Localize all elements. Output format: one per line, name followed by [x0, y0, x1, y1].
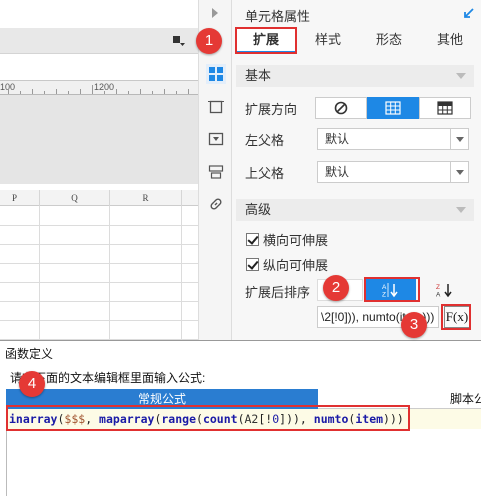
- descending-sort-icon: Z A: [436, 284, 452, 299]
- formula-function-token: inarray: [9, 412, 58, 426]
- chevron-down-icon: [450, 162, 468, 182]
- column-header-q[interactable]: Q: [40, 190, 110, 206]
- formula-punct-token: (: [237, 412, 245, 426]
- cell-properties-panel: 单元格属性 扩展 样式 形态 其他 基本 扩展方向 左父格 默认 上父格 默认 …: [232, 0, 481, 340]
- format-brush-dropdown-icon[interactable]: [172, 34, 186, 48]
- vertical-expand-button[interactable]: [367, 97, 419, 119]
- dialog-title: 函数定义: [5, 347, 54, 361]
- svg-text:Z: Z: [382, 292, 386, 299]
- vertical-expand-icon: [385, 101, 401, 115]
- chevron-down-icon: [456, 207, 466, 213]
- hyperlink-icon[interactable]: [206, 194, 226, 214]
- vertical-expand-checkbox[interactable]: 纵向可伸展: [246, 256, 329, 273]
- vertical-expand-label: 纵向可伸展: [263, 257, 329, 273]
- descending-sort-button[interactable]: Z A: [420, 279, 470, 301]
- horizontal-expand-label: 横向可伸展: [263, 232, 329, 248]
- callout-badge-4: 4: [19, 371, 45, 397]
- section-advanced[interactable]: 高级: [236, 199, 474, 221]
- left-parent-select[interactable]: 默认: [317, 128, 469, 150]
- callout-badge-1: 1: [196, 28, 222, 54]
- checkbox-checked-icon[interactable]: [246, 257, 259, 271]
- horizontal-expand-button[interactable]: [419, 97, 471, 119]
- no-expand-icon: [334, 101, 348, 115]
- chevron-down-icon: [456, 73, 466, 79]
- top-parent-select[interactable]: 默认: [317, 161, 469, 183]
- formula-punct-token: ,: [85, 412, 100, 426]
- cell-grid[interactable]: [0, 206, 198, 340]
- formula-punct-token: ))): [383, 412, 404, 426]
- left-parent-label: 左父格: [245, 133, 285, 148]
- sort-after-expand-label: 扩展后排序: [245, 285, 311, 300]
- section-basic-label: 基本: [245, 68, 272, 83]
- chevron-down-icon: [450, 129, 468, 149]
- tab-expand[interactable]: 扩展: [236, 27, 296, 53]
- formula-cell-ref-token: A2: [244, 412, 259, 426]
- collapse-arrow-icon[interactable]: [210, 7, 220, 19]
- tab-style[interactable]: 样式: [302, 27, 354, 53]
- minimize-panel-icon[interactable]: [462, 6, 476, 20]
- formula-editor[interactable]: inarray($$$, maparray(range(count(A2[!0]…: [6, 409, 481, 496]
- horizontal-expand-checkbox[interactable]: 横向可伸展: [246, 231, 329, 248]
- formula-punct-token: ])),: [279, 412, 314, 426]
- sheet-toolbar: [0, 28, 198, 54]
- formula-punct-token: (: [196, 412, 203, 426]
- formula-variable-token: $$$: [64, 412, 86, 426]
- tab-other[interactable]: 其他: [422, 27, 478, 53]
- formula-type-tabs: 常规公式 脚本公式: [0, 389, 481, 409]
- formula-function-token: range: [161, 412, 196, 426]
- widget-icon[interactable]: [206, 129, 226, 149]
- tab-form[interactable]: 形态: [360, 27, 418, 53]
- ascending-sort-button[interactable]: A Z: [366, 279, 416, 301]
- border-icon[interactable]: [206, 97, 226, 117]
- top-parent-value: 默认: [325, 165, 350, 179]
- svg-text:Z: Z: [436, 284, 440, 291]
- formula-function-token: count: [202, 412, 238, 426]
- checkbox-checked-icon[interactable]: [246, 232, 259, 246]
- ascending-sort-icon: A Z: [382, 283, 398, 299]
- formula-identifier-token: item: [355, 412, 384, 426]
- tab-regular-formula[interactable]: 常规公式: [6, 389, 318, 409]
- svg-text:A: A: [436, 292, 441, 299]
- section-advanced-label: 高级: [245, 202, 272, 217]
- condition-attributes-icon[interactable]: [206, 162, 226, 182]
- horizontal-expand-icon: [437, 101, 453, 115]
- callout-badge-2: 2: [323, 275, 349, 301]
- panel-title: 单元格属性: [245, 9, 311, 24]
- cell-properties-icon[interactable]: [206, 64, 226, 84]
- callout-badge-3: 3: [401, 312, 427, 338]
- page-ruler: 100 1200: [0, 80, 198, 184]
- column-header-row: P Q R: [0, 190, 198, 206]
- expand-direction-label: 扩展方向: [245, 102, 298, 117]
- formula-function-token: maparray: [99, 412, 155, 426]
- section-basic[interactable]: 基本: [236, 65, 474, 87]
- column-header-r[interactable]: R: [110, 190, 182, 206]
- spreadsheet-area: 100 1200 P Q R: [0, 0, 198, 340]
- left-parent-value: 默认: [325, 132, 350, 146]
- edit-formula-button[interactable]: F(x): [444, 306, 470, 328]
- column-header-p[interactable]: P: [0, 190, 40, 206]
- formula-function-token: numto: [313, 412, 349, 426]
- top-parent-label: 上父格: [245, 166, 285, 181]
- formula-text[interactable]: inarray($$$, maparray(range(count(A2[!0]…: [7, 409, 481, 429]
- tab-script-formula[interactable]: 脚本公式: [318, 389, 481, 409]
- no-expand-button[interactable]: [315, 97, 367, 119]
- svg-text:A: A: [382, 284, 387, 291]
- property-tabs: 扩展 样式 形态 其他: [232, 27, 481, 53]
- ruler-scale: 100 1200: [0, 81, 198, 95]
- function-definition-dialog: 函数定义 请在下面的文本编辑框里面输入公式: 常规公式 脚本公式 inarray…: [0, 340, 481, 496]
- formula-punct-token: [!: [258, 412, 273, 426]
